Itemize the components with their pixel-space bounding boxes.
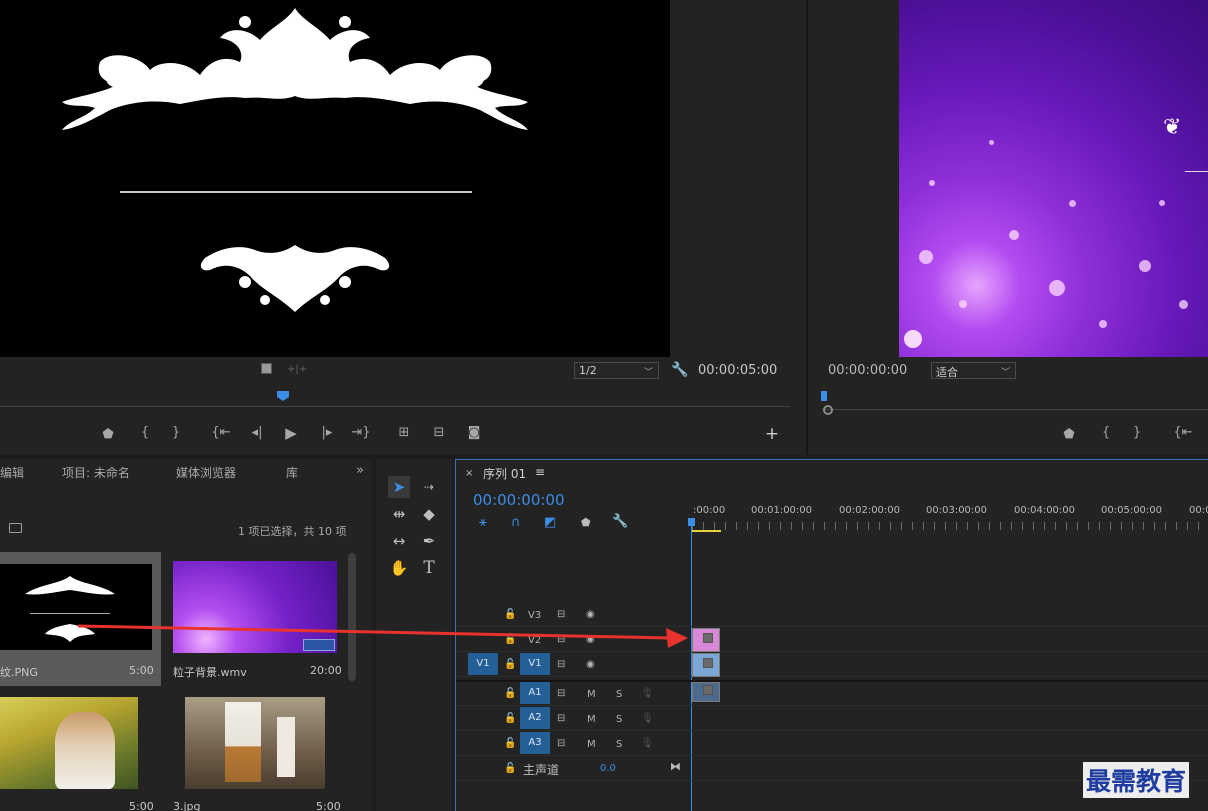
watermark-logo: 最需教育 <box>1083 762 1190 798</box>
annotation-arrow <box>77 624 688 648</box>
